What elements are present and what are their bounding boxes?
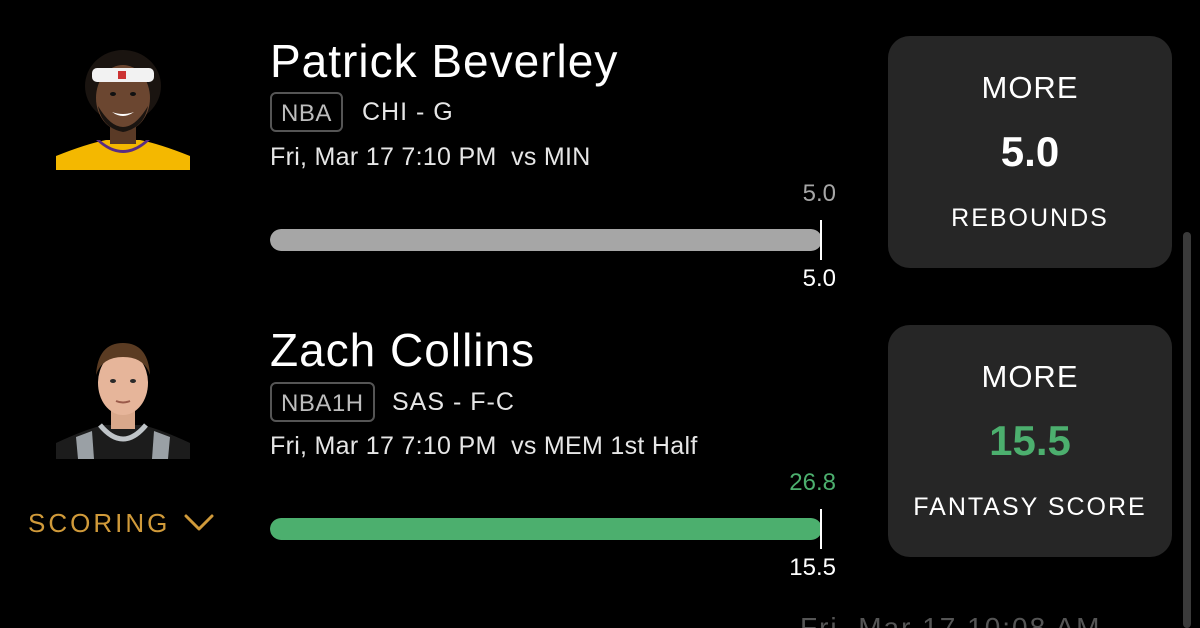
projection-value: 15.5 (989, 417, 1071, 464)
player-name: Patrick Beverley (270, 35, 619, 87)
player-avatar-collins (56, 325, 190, 459)
progress-bar-fill (270, 518, 822, 540)
progress-bar-fill (270, 229, 822, 251)
progress-bar (270, 518, 822, 540)
line-value: 15.5 (789, 554, 836, 581)
chevron-down-icon (184, 508, 214, 539)
team-position: SAS - F-C (392, 388, 515, 416)
scoring-toggle[interactable]: SCORING (28, 508, 214, 539)
entry-detail-screen: Patrick Beverley NBA CHI - G Fri, Mar 17… (0, 0, 1200, 628)
projection-direction: MORE (981, 70, 1079, 105)
projection-direction: MORE (981, 359, 1079, 394)
player-name: Zach Collins (270, 324, 536, 376)
actual-stat-value: 26.8 (789, 469, 836, 496)
progress-bar (270, 229, 822, 251)
line-marker (820, 509, 822, 549)
actual-stat-value: 5.0 (802, 180, 836, 207)
line-value: 5.0 (802, 265, 836, 292)
projection-stat: REBOUNDS (951, 204, 1109, 232)
game-info: Fri, Mar 17 7:10 PM vs MEM 1st Half (270, 432, 698, 460)
projection-stat: FANTASY SCORE (913, 493, 1147, 521)
projection-card[interactable]: MORE 15.5 FANTASY SCORE (888, 325, 1172, 557)
footer-timestamp: Fri, Mar 17 10:08 AM (800, 612, 1102, 628)
line-marker (820, 220, 822, 260)
projection-card[interactable]: MORE 5.0 REBOUNDS (888, 36, 1172, 268)
player-avatar-beverley (56, 36, 190, 170)
league-badge: NBA1H (270, 382, 375, 422)
team-position: CHI - G (362, 98, 454, 126)
game-info: Fri, Mar 17 7:10 PM vs MIN (270, 143, 591, 171)
league-badge: NBA (270, 92, 343, 132)
projection-value: 5.0 (1000, 128, 1060, 175)
scoring-label: SCORING (28, 508, 171, 538)
scrollbar[interactable] (1183, 232, 1191, 628)
